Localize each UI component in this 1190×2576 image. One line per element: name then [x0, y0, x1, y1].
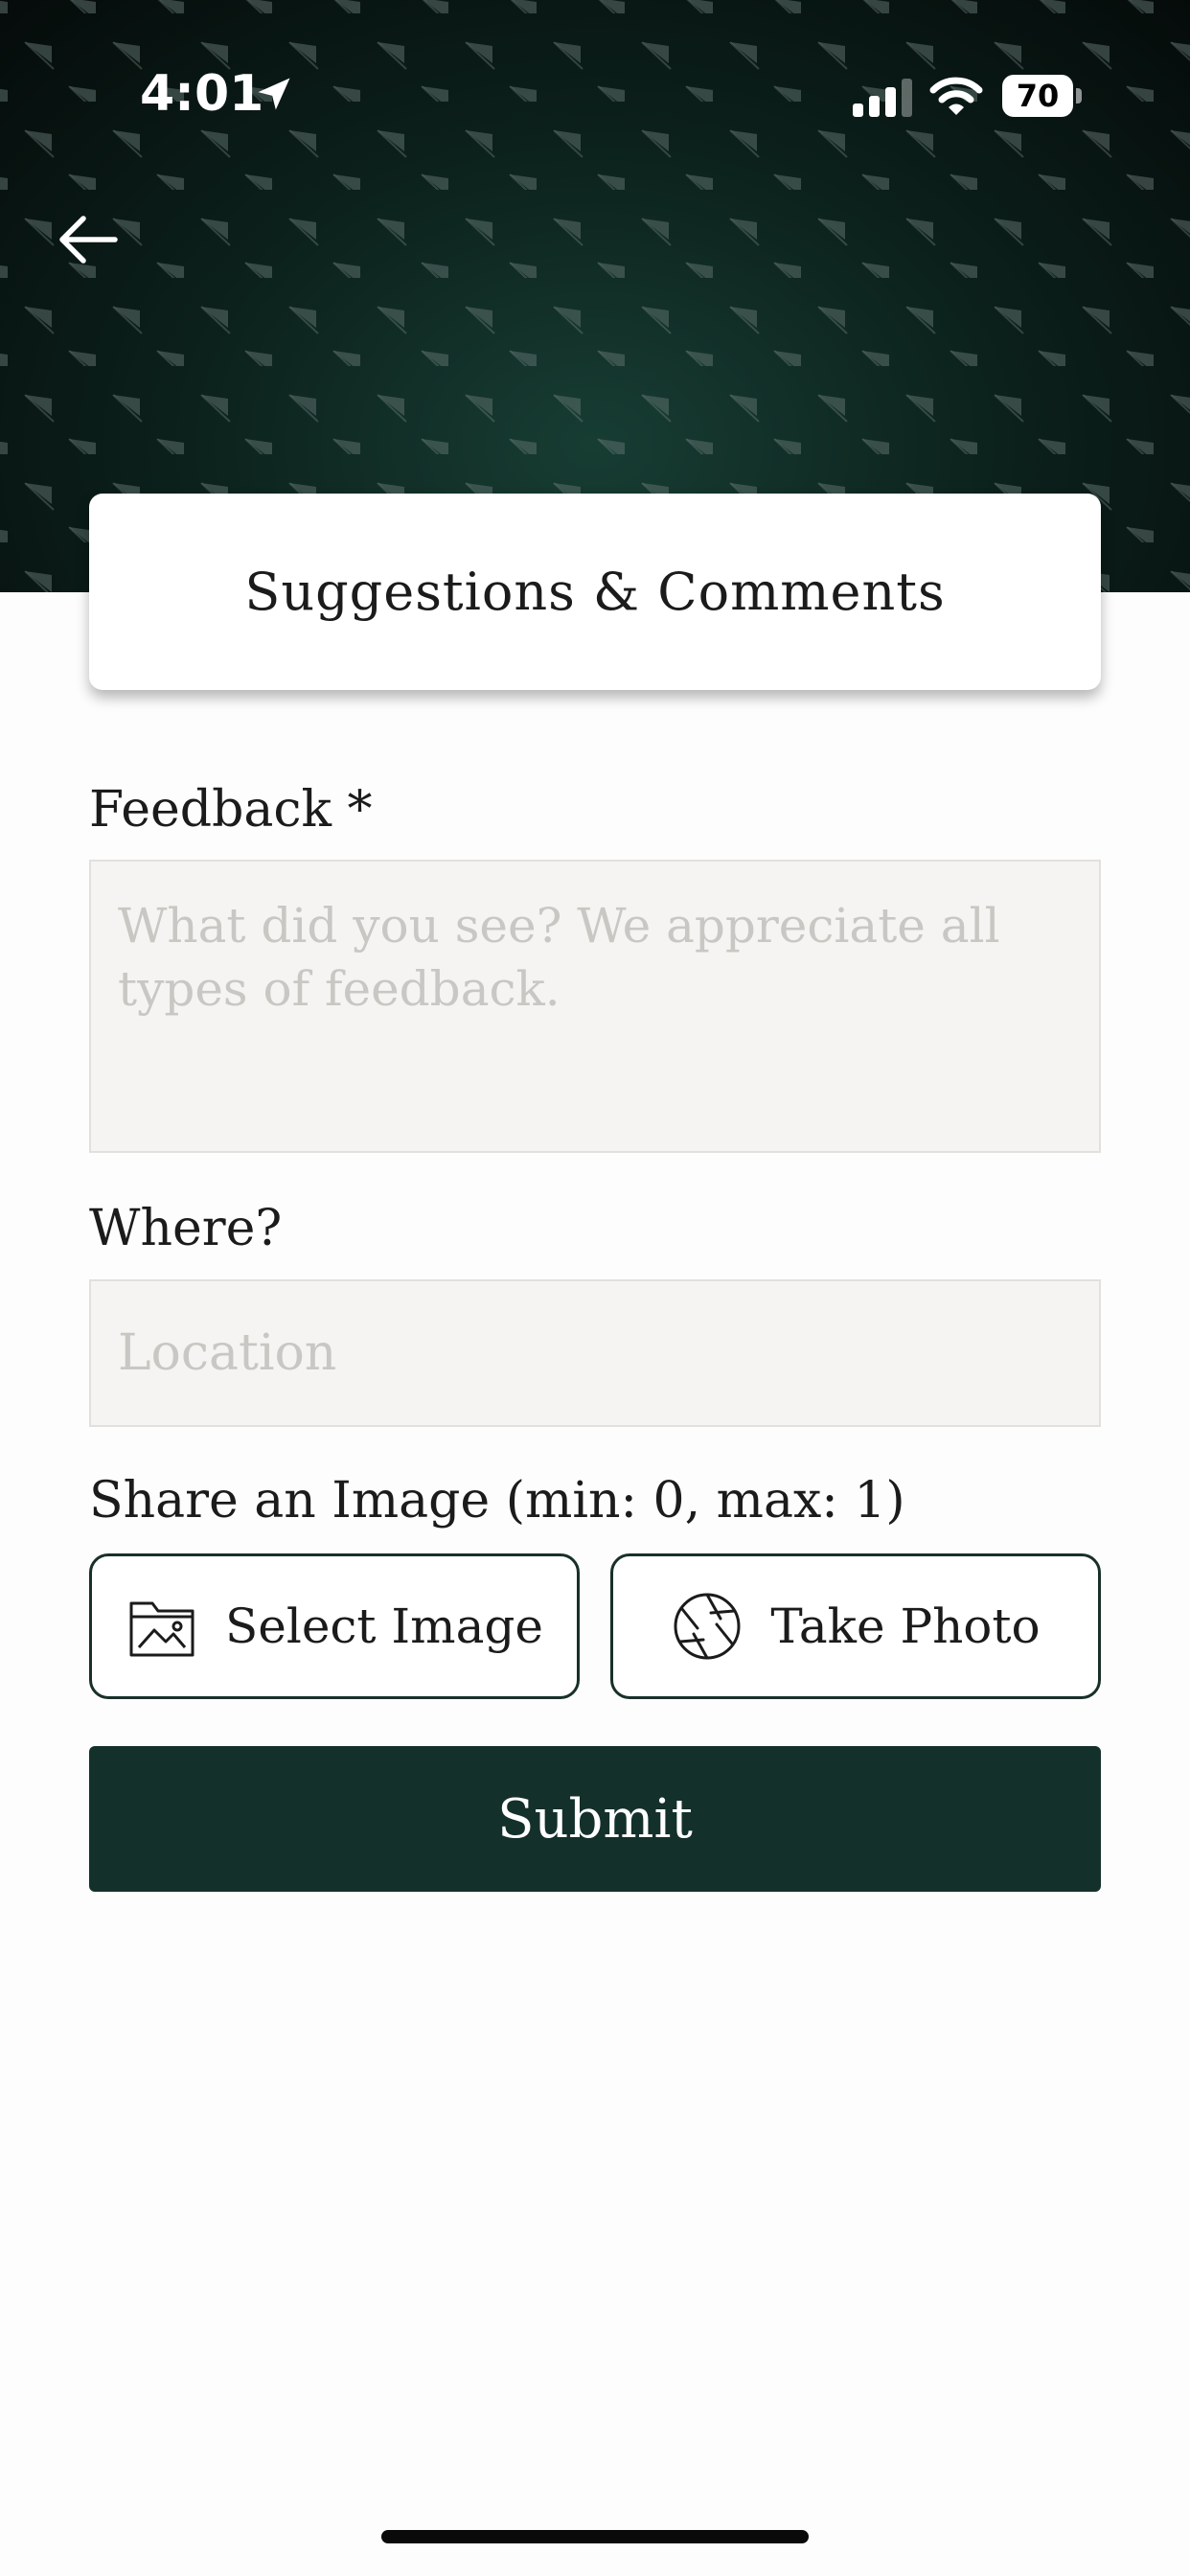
status-time: 4:01 — [140, 65, 264, 123]
status-bar: 4:01 70 — [0, 0, 1190, 192]
where-label: Where? — [89, 1200, 283, 1257]
wifi-icon — [929, 77, 983, 115]
page-title-card: Suggestions & Comments — [89, 494, 1101, 690]
battery-icon: 70 — [1002, 75, 1082, 117]
feedback-label: Feedback * — [89, 781, 373, 839]
back-button[interactable] — [50, 199, 130, 280]
feedback-textarea[interactable] — [89, 860, 1101, 1153]
page-title: Suggestions & Comments — [244, 562, 946, 622]
camera-aperture-icon — [674, 1593, 741, 1660]
location-input[interactable] — [89, 1279, 1101, 1427]
share-image-label: Share an Image (min: 0, max: 1) — [89, 1472, 905, 1530]
select-image-button[interactable]: Select Image — [89, 1553, 580, 1699]
cellular-signal-icon — [853, 79, 912, 117]
select-image-label: Select Image — [225, 1598, 543, 1654]
image-folder-icon — [129, 1601, 195, 1657]
home-indicator[interactable] — [381, 2530, 809, 2543]
battery-level: 70 — [1002, 75, 1073, 117]
take-photo-button[interactable]: Take Photo — [610, 1553, 1101, 1699]
location-arrow-icon — [258, 78, 290, 110]
battery-tip — [1076, 88, 1082, 104]
submit-button[interactable]: Submit — [89, 1746, 1101, 1892]
take-photo-label: Take Photo — [770, 1598, 1041, 1654]
submit-label: Submit — [497, 1787, 693, 1851]
arrow-left-icon — [59, 216, 118, 264]
